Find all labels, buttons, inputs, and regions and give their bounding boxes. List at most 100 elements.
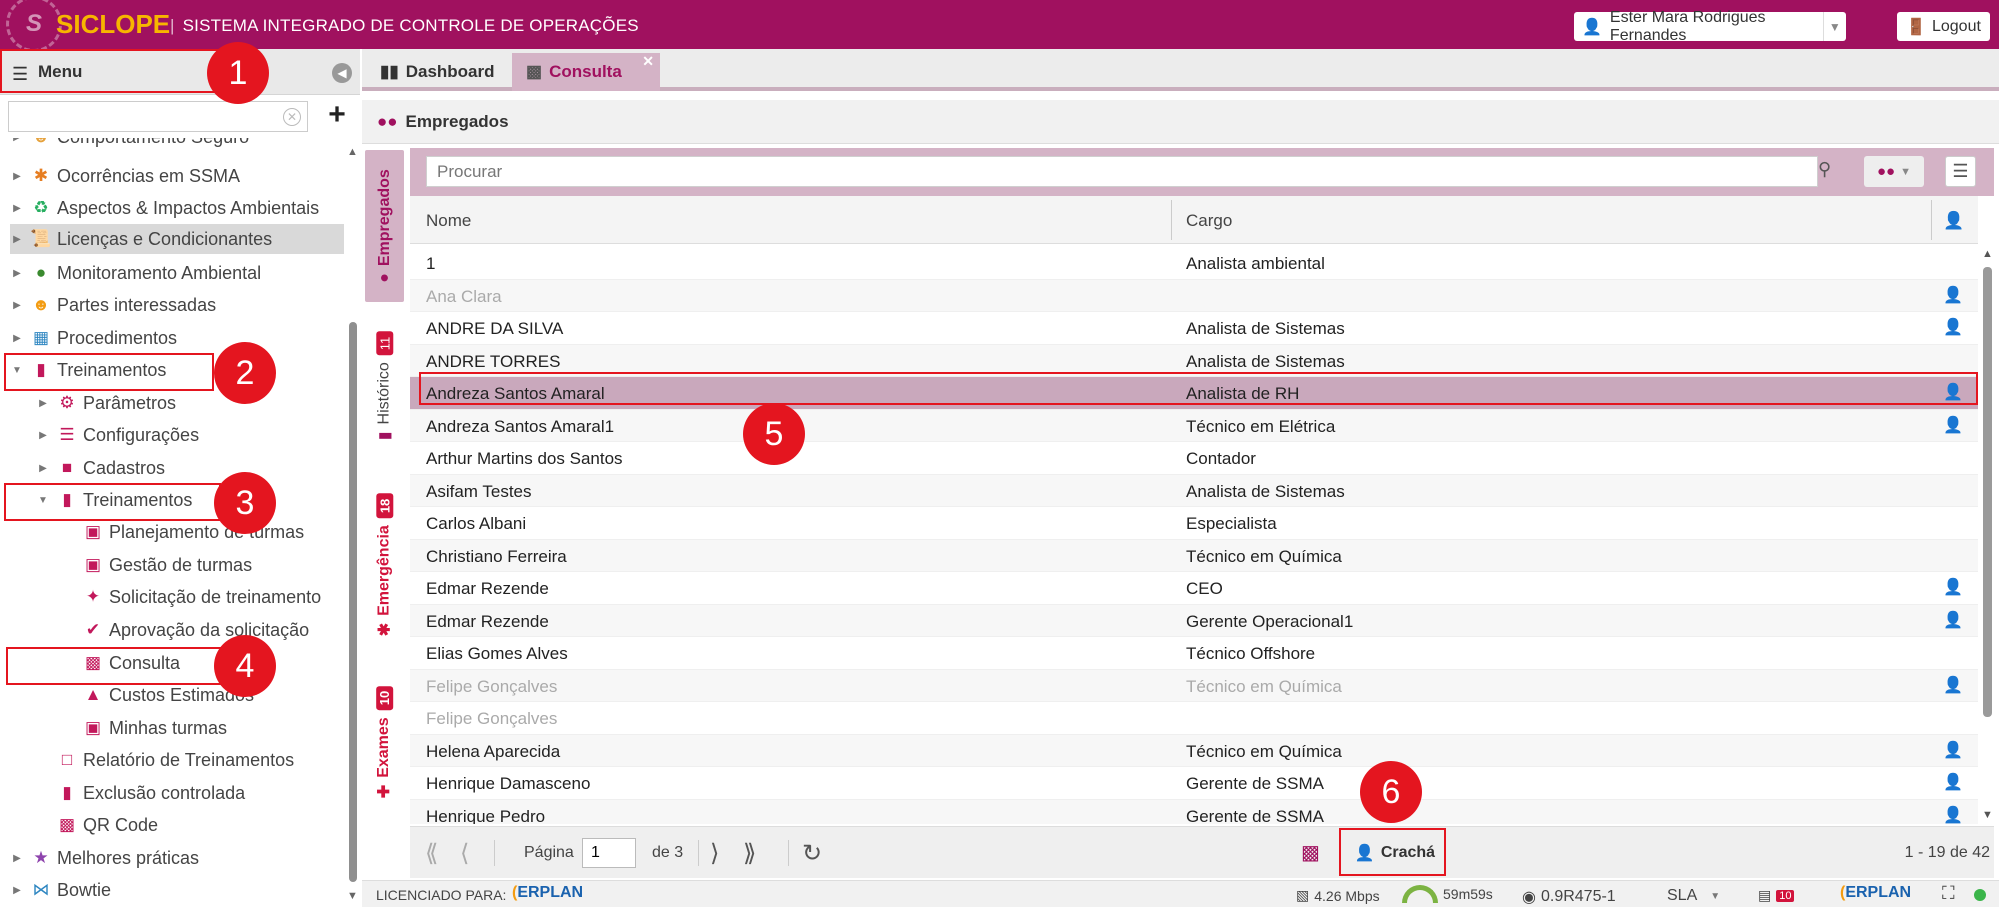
fullscreen-icon[interactable]: ⛶ <box>1942 883 1955 904</box>
qr-code-icon[interactable]: ▩ <box>1301 840 1320 865</box>
employee-cargo: Técnico em Elétrica <box>1186 416 1336 436</box>
menu-item-relatorio[interactable]: □ Relatório de Treinamentos <box>36 745 294 775</box>
clear-icon[interactable]: ✕ <box>283 108 301 126</box>
menu-item-treinamentos-sub[interactable]: ▼ ▮ Treinamentos <box>36 485 192 515</box>
table-row[interactable]: Asifam Testes Analista de Sistemas <box>410 474 1978 507</box>
sla-dropdown[interactable]: SLA ▼ <box>1667 887 1720 905</box>
menu-scrollbar[interactable]: ▲ ▼ <box>347 142 359 907</box>
scroll-up-icon[interactable]: ▲ <box>1982 248 1993 260</box>
menu-item-ocorrencias[interactable]: ▶ ✱ Ocorrências em SSMA <box>10 161 240 191</box>
employee-name: Andreza Santos Amaral <box>426 384 605 403</box>
side-tab-empregados[interactable]: ● Empregados <box>365 150 404 302</box>
close-icon[interactable]: ✕ <box>642 53 654 70</box>
column-cargo[interactable]: Cargo <box>1186 211 1232 231</box>
column-nome[interactable]: Nome <box>426 211 471 231</box>
table-row[interactable]: Helena Aparecida Técnico em Química 👤 <box>410 734 1978 767</box>
tab-consulta[interactable]: ▩ Consulta ✕ <box>512 53 660 91</box>
menu-item-minhas-turmas[interactable]: ▣ Minhas turmas <box>62 713 227 743</box>
speed-icon: ▧ <box>1296 887 1310 903</box>
menu-item-bowtie[interactable]: ▶ ⋈ Bowtie <box>10 875 111 905</box>
badge-person-icon[interactable]: 👤 <box>1943 577 1963 597</box>
table-row[interactable]: Andreza Santos Amaral1 Técnico em Elétric… <box>410 409 1978 442</box>
employee-name: Henrique Pedro <box>426 806 546 825</box>
menu-item-licencas[interactable]: ▶ 📜 Licenças e Condicionantes <box>10 224 344 254</box>
table-row[interactable]: ANDRE TORRES Analista de Sistemas <box>410 344 1978 377</box>
menu-item-treinamentos[interactable]: ▼ ▮ Treinamentos <box>10 355 166 385</box>
menu-item-procedimentos[interactable]: ▶ ▦ Procedimentos <box>10 323 177 353</box>
certificate-icon: 📜 <box>30 229 52 248</box>
table-row[interactable]: Felipe Gonçalves Técnico em Química 👤 <box>410 669 1978 702</box>
user-dropdown[interactable]: 👤 Ester Mara Rodrigues Fernandes ▼ <box>1574 9 1846 44</box>
badge-person-icon[interactable]: 👤 <box>1943 740 1963 760</box>
badge-person-icon[interactable]: 👤 <box>1943 610 1963 630</box>
badge-person-icon[interactable]: 👤 <box>1943 675 1963 695</box>
menu-item-comportamento-seguro[interactable]: ▶☻Comportamento Seguro <box>10 138 249 152</box>
menu-item-partes[interactable]: ▶ ☻ Partes interessadas <box>10 290 216 320</box>
table-row[interactable]: Arthur Martins dos Santos Contador <box>410 442 1978 475</box>
tab-dashboard[interactable]: ▮▮ Dashboard <box>366 53 509 91</box>
table-row[interactable]: Henrique Pedro Gerente de SSMA 👤 <box>410 799 1978 825</box>
table-row[interactable]: Andreza Santos Amaral Analista de RH 👤 <box>410 377 1978 410</box>
menu-item-parametros[interactable]: ▶ ⚙ Parâmetros <box>36 388 176 418</box>
badge-person-icon[interactable]: 👤 <box>1943 772 1963 792</box>
scroll-down-icon[interactable]: ▼ <box>1982 809 1993 821</box>
cracha-button[interactable]: 👤 Crachá <box>1347 834 1443 872</box>
badge-person-icon[interactable]: 👤 <box>1943 382 1963 402</box>
table-row[interactable]: ANDRE DA SILVA Analista de Sistemas 👤 <box>410 312 1978 345</box>
table-row[interactable]: Felipe Gonçalves <box>410 702 1978 735</box>
scroll-down-icon[interactable]: ▼ <box>347 890 358 902</box>
logout-button[interactable]: 🚪 Logout <box>1897 12 1990 41</box>
menu-scroll-thumb[interactable] <box>349 322 357 882</box>
group-filter-dropdown[interactable]: ●● ▼ <box>1864 156 1924 187</box>
table-row[interactable]: Carlos Albani Especialista <box>410 507 1978 540</box>
scroll-up-icon[interactable]: ▲ <box>347 146 358 158</box>
badge-person-icon[interactable]: 👤 <box>1943 415 1963 435</box>
hamburger-icon[interactable]: ☰ <box>12 64 28 85</box>
page-number-input[interactable] <box>582 838 636 868</box>
table-row[interactable]: 1 Analista ambiental <box>410 247 1978 280</box>
badge-person-icon[interactable]: 👤 <box>1943 285 1963 305</box>
table-row[interactable]: Edmar Rezende Gerente Operacional1 👤 <box>410 604 1978 637</box>
side-tab-exames[interactable]: ✚ Exames 10 <box>365 668 404 816</box>
table-row[interactable]: Elias Gomes Alves Técnico Offshore <box>410 637 1978 670</box>
notifications[interactable]: ▤ 10 <box>1758 887 1795 904</box>
next-page-icon[interactable]: ⟩ <box>710 839 719 868</box>
chevron-down-icon[interactable]: ▼ <box>1822 12 1846 41</box>
collapse-menu-icon[interactable]: ◀ <box>332 63 352 83</box>
eye-icon: ◉ <box>1522 889 1536 906</box>
table-row[interactable]: Ana Clara 👤 <box>410 279 1978 312</box>
side-tab-historico[interactable]: ▮ Histórico 11 <box>365 310 404 462</box>
side-tab-emergencia[interactable]: ✱ Emergência 18 <box>365 476 404 654</box>
menu-search-input[interactable]: ✕ <box>8 101 308 132</box>
grid-search-input[interactable] <box>426 156 1818 187</box>
grid-scroll-thumb[interactable] <box>1983 267 1992 717</box>
list-menu-button[interactable]: ☰ <box>1945 156 1976 187</box>
refresh-icon[interactable]: ↻ <box>802 839 822 868</box>
menu-item-aspectos[interactable]: ▶ ♻ Aspectos & Impactos Ambientais <box>10 193 319 223</box>
last-page-icon[interactable]: ⟫ <box>743 839 756 868</box>
page-of-label: de 3 <box>652 844 684 861</box>
table-row[interactable]: Henrique Damasceno Gerente de SSMA 👤 <box>410 767 1978 800</box>
badge-person-icon[interactable]: 👤 <box>1943 805 1963 825</box>
menu-item-aprovacao[interactable]: ✔ Aprovação da solicitação <box>62 615 309 645</box>
menu-item-exclusao[interactable]: ▮ Exclusão controlada <box>36 778 245 808</box>
menu-item-gestao[interactable]: ▣ Gestão de turmas <box>62 550 252 580</box>
add-icon[interactable]: + <box>322 100 352 131</box>
badge-person-icon[interactable]: 👤 <box>1943 317 1963 337</box>
grid-scrollbar[interactable]: ▲ ▼ <box>1980 247 1995 824</box>
app-header: S SICLOPE | SISTEMA INTEGRADO DE CONTROLE… <box>0 0 1999 52</box>
table-row[interactable]: Christiano Ferreira Técnico em Química <box>410 539 1978 572</box>
menu-item-solicitacao[interactable]: ✦ Solicitação de treinamento <box>62 582 321 612</box>
menu-item-cadastros[interactable]: ▶ ■ Cadastros <box>36 453 165 483</box>
table-row[interactable]: Edmar Rezende CEO 👤 <box>410 572 1978 605</box>
employee-name: Felipe Gonçalves <box>426 709 558 728</box>
first-page-icon[interactable]: ⟪ <box>425 839 438 868</box>
menu-item-qr-code[interactable]: ▩ QR Code <box>36 810 158 840</box>
search-icon[interactable]: ⚲ <box>1818 159 1831 180</box>
menu-item-configuracoes[interactable]: ▶ ☰ Configurações <box>36 420 199 450</box>
prev-page-icon[interactable]: ⟨ <box>460 839 469 868</box>
menu-item-monitoramento[interactable]: ▶ ● Monitoramento Ambiental <box>10 258 261 288</box>
menu-item-melhores-praticas[interactable]: ▶ ★ Melhores práticas <box>10 843 199 873</box>
menu-item-consulta[interactable]: ▩ Consulta <box>62 648 180 678</box>
siclope-logo: S SICLOPE <box>0 0 170 52</box>
